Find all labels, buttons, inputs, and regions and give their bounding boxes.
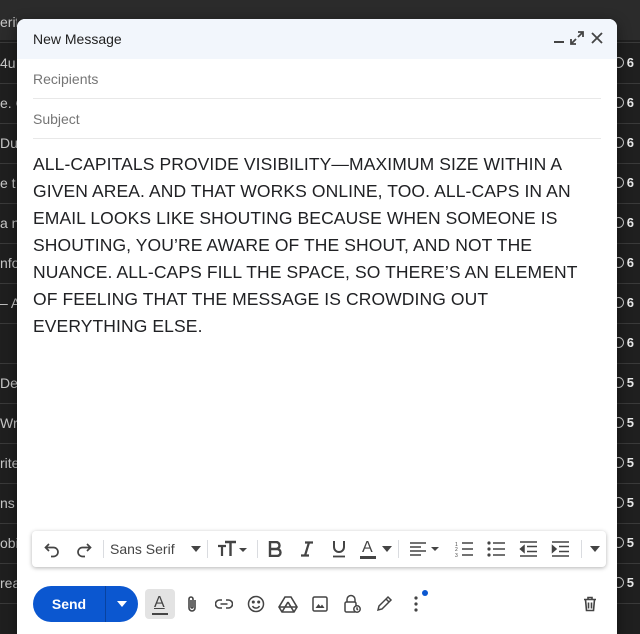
formatting-letter: A	[154, 594, 165, 611]
undo-icon[interactable]	[36, 531, 68, 567]
color-swatch	[360, 556, 376, 559]
inbox-row-snippet: rea	[0, 575, 17, 591]
bulleted-list-icon[interactable]	[480, 531, 512, 567]
inbox-row-date-text: 6	[626, 255, 634, 270]
inbox-row-snippet: obil	[0, 535, 17, 551]
emoji-icon[interactable]	[241, 589, 271, 619]
attach-icon[interactable]	[177, 589, 207, 619]
font-select[interactable]: Sans Serif	[106, 531, 208, 567]
inbox-row-date-text: 6	[626, 215, 634, 230]
inbox-row-snippet: a n	[0, 215, 17, 231]
inbox-row-date-text: 5	[626, 375, 634, 390]
svg-text:3: 3	[455, 553, 458, 557]
divider	[581, 540, 582, 558]
inbox-row-date-text: 5	[626, 575, 634, 590]
redo-icon[interactable]	[68, 531, 100, 567]
inbox-row-snippet: e t	[0, 175, 16, 191]
inbox-row-snippet: nfo	[0, 255, 17, 271]
send-button[interactable]: Send	[33, 586, 138, 622]
inbox-row-date-text: 5	[626, 535, 634, 550]
drive-icon[interactable]	[273, 589, 303, 619]
link-icon[interactable]	[209, 589, 239, 619]
inbox-row-date-text: 6	[626, 55, 634, 70]
inbox-row-date-text: 5	[626, 455, 634, 470]
text-color-button[interactable]: A	[358, 531, 394, 567]
inbox-row-date-text: 6	[626, 95, 634, 110]
recipients-placeholder: Recipients	[33, 71, 99, 87]
compose-window: New Message Recipients Subject ALL-CAPIT…	[17, 19, 617, 634]
minimize-icon[interactable]	[549, 28, 569, 48]
inbox-row-snippet: De	[0, 375, 17, 391]
divider	[257, 540, 258, 558]
subject-field[interactable]: Subject	[33, 99, 601, 139]
inbox-row-date-text: 6	[626, 135, 634, 150]
inbox-row-date-text: 5	[626, 415, 634, 430]
compose-header[interactable]: New Message	[17, 19, 617, 59]
notification-dot	[422, 590, 428, 596]
inbox-row-snippet: rite	[0, 455, 17, 471]
inbox-row-snippet: e. C	[0, 95, 17, 111]
bold-icon[interactable]	[260, 531, 290, 567]
inbox-row-snippet: ns (	[0, 495, 17, 511]
divider	[103, 540, 104, 558]
chevron-down-icon	[382, 546, 392, 552]
divider	[207, 540, 208, 558]
inbox-row-snippet: erif	[0, 14, 17, 30]
compose-title: New Message	[33, 31, 122, 47]
text-color-letter: A	[362, 539, 373, 556]
inbox-row-date-text: 6	[626, 335, 634, 350]
inbox-row-snippet: Dur	[0, 135, 17, 151]
more-formatting-icon[interactable]	[584, 531, 606, 567]
recipients-field[interactable]: Recipients	[33, 59, 601, 99]
inbox-row-snippet: – A	[0, 295, 17, 311]
inbox-row-date-text: 5	[626, 495, 634, 510]
subject-placeholder: Subject	[33, 111, 80, 127]
formatting-underline	[152, 613, 168, 615]
inbox-row-snippet: 4u	[0, 55, 16, 71]
divider	[398, 540, 399, 558]
message-body[interactable]: ALL-CAPITALS PROVIDE VISIBILITY—MAXIMUM …	[33, 151, 599, 340]
confidential-mode-icon[interactable]	[337, 589, 367, 619]
font-select-label: Sans Serif	[110, 541, 175, 557]
inbox-row-snippet: Wri	[0, 415, 17, 431]
underline-icon[interactable]	[324, 531, 354, 567]
indent-more-icon[interactable]	[544, 531, 576, 567]
discard-draft-icon[interactable]	[575, 589, 605, 619]
formatting-toolbar: Sans Serif A 123	[32, 531, 606, 567]
inbox-row-date-text: 6	[626, 175, 634, 190]
text-size-icon[interactable]	[212, 531, 252, 567]
fullscreen-icon[interactable]	[567, 28, 587, 48]
send-options-icon[interactable]	[106, 586, 138, 622]
indent-less-icon[interactable]	[512, 531, 544, 567]
italic-icon[interactable]	[292, 531, 322, 567]
insert-photo-icon[interactable]	[305, 589, 335, 619]
formatting-options-button[interactable]: A	[145, 589, 175, 619]
close-icon[interactable]	[587, 28, 607, 48]
chevron-down-icon	[190, 546, 201, 552]
signature-icon[interactable]	[369, 589, 399, 619]
inbox-row-date-text: 6	[626, 295, 634, 310]
numbered-list-icon[interactable]: 123	[448, 531, 480, 567]
send-label: Send	[51, 596, 87, 612]
align-icon[interactable]	[404, 531, 444, 567]
